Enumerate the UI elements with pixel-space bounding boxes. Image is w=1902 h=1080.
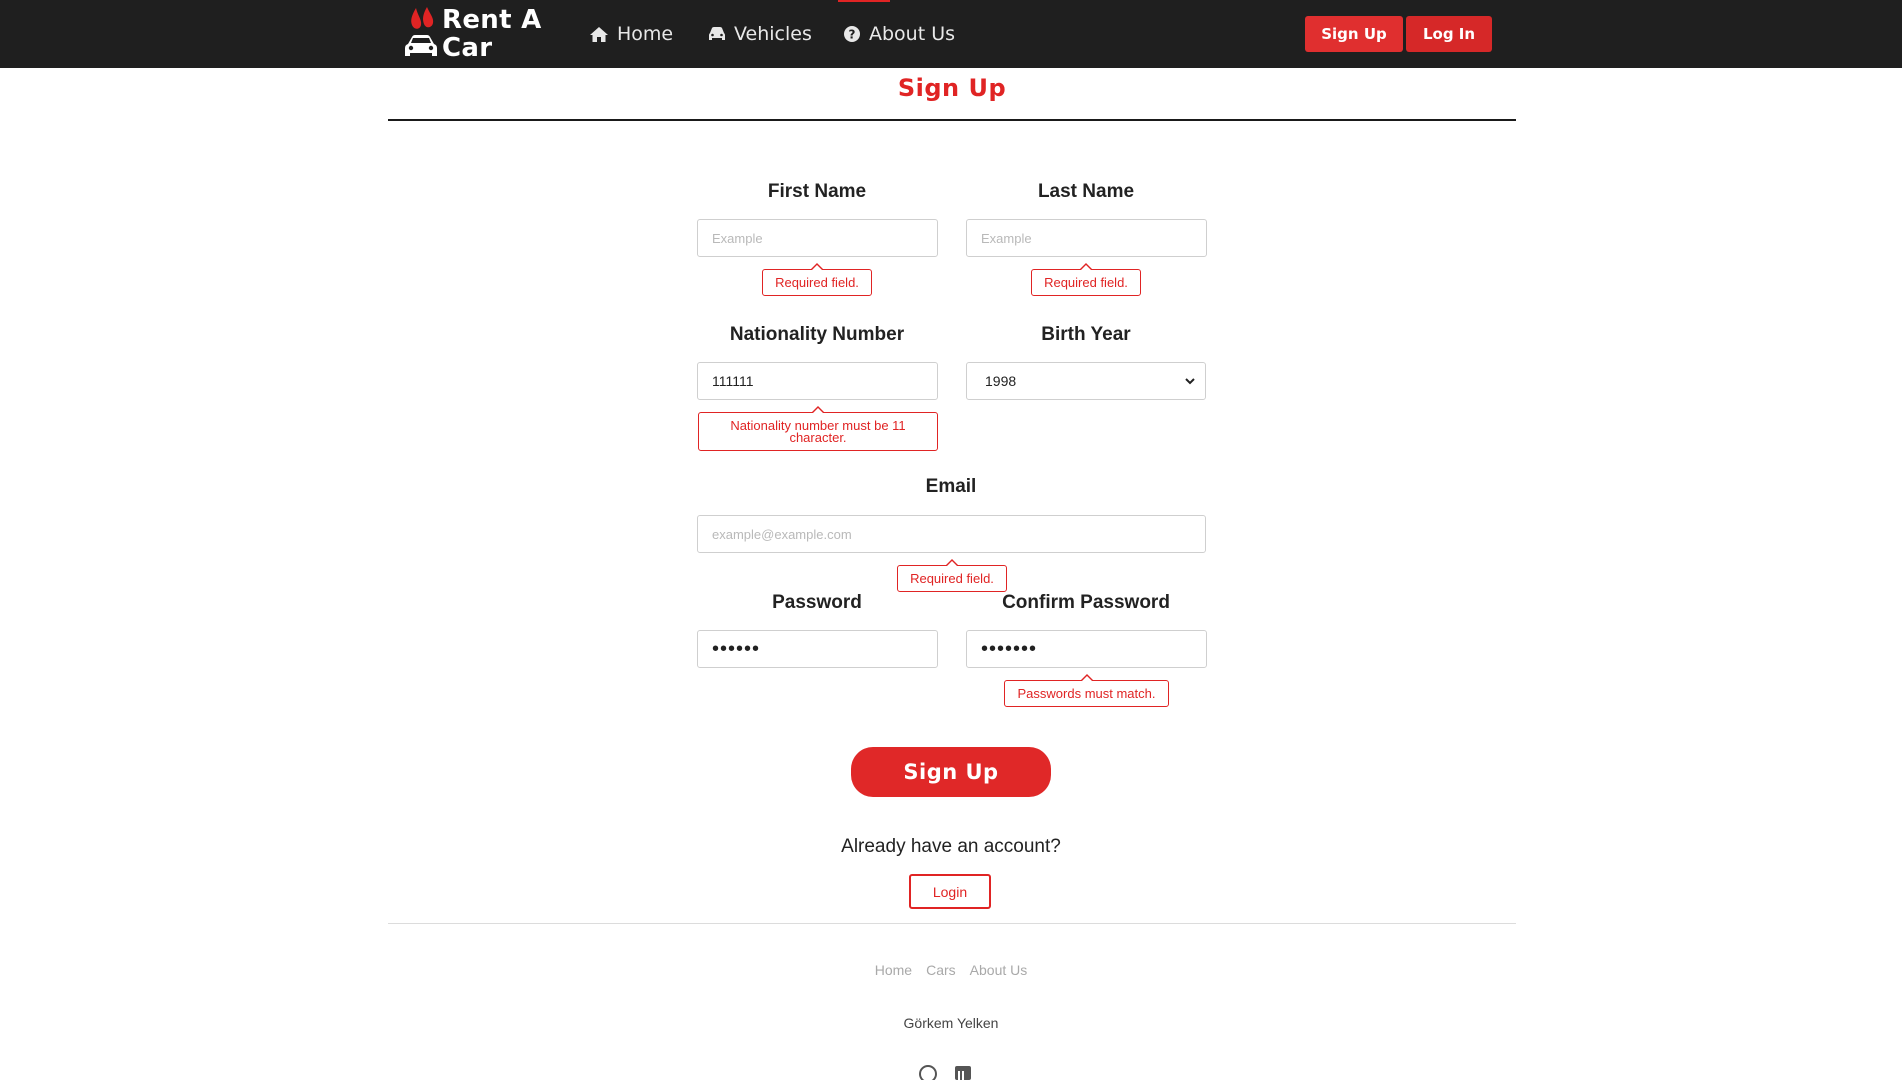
signup-submit-button[interactable]: Sign Up <box>851 747 1051 797</box>
page-title: Sign Up <box>897 74 1007 102</box>
last-name-label: Last Name <box>1037 181 1135 202</box>
first-name-label: First Name <box>767 181 867 202</box>
svg-text:?: ? <box>849 28 856 42</box>
footer-links: Home Cars About Us <box>851 962 1051 978</box>
brand-name-line1: Rent A <box>442 5 542 35</box>
home-icon <box>590 26 608 42</box>
login-button[interactable]: Login <box>909 874 991 909</box>
first-name-input[interactable]: Example <box>697 219 938 257</box>
nav-login-button[interactable]: Log In <box>1406 16 1492 52</box>
footer-divider <box>388 923 1516 924</box>
confirm-password-label: Confirm Password <box>1002 592 1170 613</box>
first-name-error: Required field. <box>762 263 872 296</box>
nav-home[interactable]: Home <box>589 20 673 48</box>
nav-about[interactable]: ? About Us <box>843 20 955 48</box>
footer-social-icons <box>918 1064 972 1080</box>
footer-link-cars[interactable]: Cars <box>926 962 956 978</box>
email-error: Required field. <box>897 559 1007 592</box>
brand-name-line2: Car <box>442 33 493 63</box>
nav-home-label: Home <box>617 23 674 45</box>
nationality-number-input[interactable]: 111111 <box>697 362 938 400</box>
password-input[interactable]: •••••• <box>697 630 938 668</box>
brand-logo[interactable]: Rent A Car <box>404 4 554 64</box>
question-circle-icon: ? <box>844 26 860 42</box>
nationality-number-label: Nationality Number <box>729 324 905 345</box>
nav-vehicles-label: Vehicles <box>734 23 812 45</box>
chevron-down-icon <box>1185 378 1195 385</box>
last-name-input[interactable]: Example <box>966 219 1207 257</box>
nav-vehicles[interactable]: Vehicles <box>708 20 812 48</box>
email-input[interactable]: example@example.com <box>697 515 1206 553</box>
footer-link-home[interactable]: Home <box>875 962 912 978</box>
linkedin-icon[interactable] <box>954 1064 972 1080</box>
github-icon[interactable] <box>918 1064 938 1080</box>
navbar: Rent A Car Home Vehicles ? About Us Sign… <box>0 0 1902 68</box>
birth-year-select[interactable]: 1998 <box>966 362 1206 400</box>
password-label: Password <box>772 592 862 613</box>
birth-year-value: 1998 <box>985 373 1017 389</box>
last-name-error: Required field. <box>1031 263 1141 296</box>
nav-signup-button[interactable]: Sign Up <box>1305 16 1403 52</box>
nationality-number-error: Nationality number must be 11 character. <box>698 406 938 451</box>
confirm-password-error: Passwords must match. <box>1004 674 1169 707</box>
footer-author: Görkem Yelken <box>903 1015 999 1031</box>
car-icon <box>405 35 437 56</box>
footer-link-about[interactable]: About Us <box>970 962 1028 978</box>
car-icon <box>709 27 725 40</box>
confirm-password-input[interactable]: ••••••• <box>966 630 1207 668</box>
nav-active-indicator <box>838 0 890 2</box>
nav-about-label: About Us <box>869 23 956 45</box>
title-divider <box>388 119 1516 121</box>
birth-year-label: Birth Year <box>1041 324 1131 345</box>
email-label: Email <box>925 476 977 497</box>
flame-drops-icon <box>411 7 434 29</box>
already-have-account-text: Already have an account? <box>841 836 1061 857</box>
